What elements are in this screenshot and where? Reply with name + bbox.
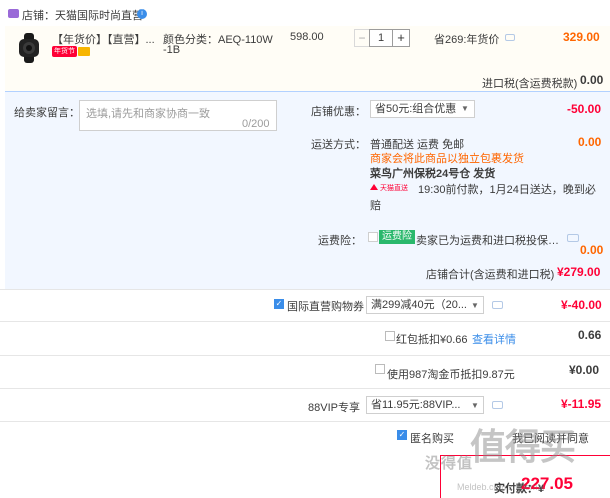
shop-icon [8,9,19,18]
coupon-label: 国际直营购物券 [287,301,364,313]
red-packet-checkbox[interactable] [385,331,395,341]
watermark-text: 没得值 [425,455,474,472]
coupon-checkbox[interactable]: ✓ [274,299,284,309]
shipping-label: 运送方式： [311,139,366,151]
product-title[interactable]: 【年货价】【直营】... [52,31,156,47]
watermark-logo: 值得买 [470,426,576,467]
watch-thumbnail[interactable] [14,33,44,63]
divider [0,289,610,290]
tao-coins-label: 使用987淘金币抵扣9.87元 [387,369,515,381]
freight-insurance-badge: 运费险 [379,230,415,244]
red-packet-label: 红包抵扣¥0.66 [396,334,468,346]
shipping-time-cont: 赔 [370,200,381,212]
store-discount-select[interactable]: 省50元:组合优惠 [370,100,475,118]
divider [0,321,610,322]
tao-coins-value: ¥0.00 [569,363,600,377]
store-info-icon[interactable]: i [137,9,147,19]
chevron-down-icon[interactable]: ▼ [461,105,469,113]
shipping-note: 商家会将此商品以独立包裹发货 [370,153,524,165]
shipping-time: 19:30前付款，1月24日送达，晚到必 [418,184,596,196]
anonymous-label: 匿名购买 [410,433,454,445]
vip88-label: 88VIP专享 [308,402,360,414]
watermark-sub: Meldeb.com zhidemai [457,482,545,492]
freight-insurance-text: 卖家已为运费和进口税投保，... [416,235,564,247]
import-tax-label: 进口税(含运费税款) [482,78,578,90]
anonymous-checkbox[interactable]: ✓ [397,430,407,440]
shipping-warehouse: 菜鸟广州保税24号仓 发货 [370,168,496,180]
shipping-value: 0.00 [578,135,602,149]
tao-coins-checkbox[interactable] [375,364,385,374]
message-label: 给卖家留言： [14,107,80,119]
quantity-input[interactable]: 1 [369,29,393,47]
store-discount-label: 店铺优惠： [311,106,366,118]
item-subtotal: 329.00 [563,30,600,44]
message-counter: 0/200 [242,118,270,130]
store-name[interactable]: 店铺：天猫国际时尚直营 [22,7,143,23]
import-tax-value: 0.00 [580,73,604,87]
chat-bubble-icon[interactable] [492,401,503,409]
quantity-minus-button[interactable]: − [354,29,370,47]
chevron-down-icon[interactable]: ▼ [471,301,479,310]
chat-bubble-icon[interactable] [505,34,515,41]
tmall-direct-logo: 天猫直送 [370,183,408,192]
tmall-direct-logo-text: 天猫直送 [380,183,408,192]
store-total-label: 店铺合计(含运费和进口税) [426,269,555,281]
vip88-value: ¥-11.95 [561,397,602,411]
red-packet-value: 0.66 [578,328,602,342]
chat-bubble-icon[interactable] [567,234,579,242]
vip88-select[interactable]: 省11.95元:88VIP... [366,396,484,414]
store-total-value: ¥279.00 [557,265,601,279]
chevron-down-icon[interactable]: ▼ [471,401,479,410]
coupon-select[interactable]: 满299减40元（20... [366,296,484,314]
freight-insurance-checkbox[interactable] [368,232,378,242]
freight-insurance-label: 运费险： [318,235,362,247]
promo-text: 省269:年货价 [434,34,500,46]
card-icon [78,47,90,56]
divider [0,355,610,356]
chat-bubble-icon[interactable] [492,301,503,309]
quantity-plus-button[interactable]: + [392,29,410,47]
message-placeholder: 选填,请先和商家协商一致 [86,108,211,120]
store-discount-value: -50.00 [567,102,602,116]
sku-label-cont: -1B [163,44,181,56]
freight-insurance-value: 0.00 [580,243,604,257]
promo-tag: 年货节 [52,46,77,57]
coupon-value: ¥-40.00 [561,298,602,312]
divider [0,388,610,389]
red-packet-details-link[interactable]: 查看详情 [472,331,516,347]
unit-price: 598.00 [290,31,324,43]
